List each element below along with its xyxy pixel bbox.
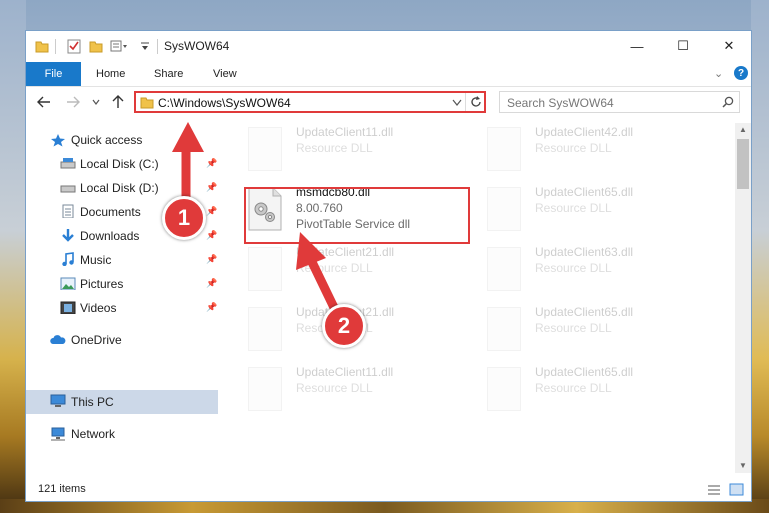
- arrow-1-head: [172, 122, 204, 152]
- annotation-arrows: [172, 122, 345, 325]
- callout-2: 2: [322, 304, 366, 348]
- callout-1: 1: [162, 196, 206, 240]
